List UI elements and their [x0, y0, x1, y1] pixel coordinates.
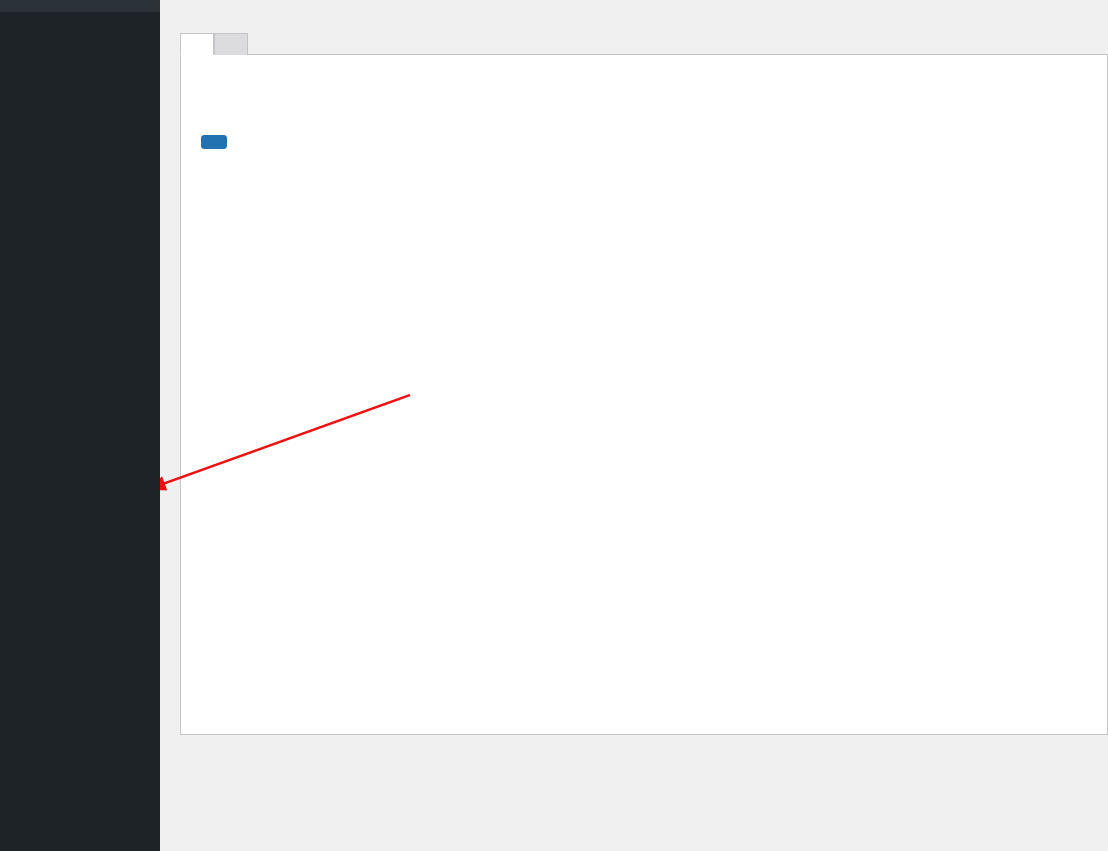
settings-tabs [180, 33, 1108, 55]
tab-content-settings[interactable] [180, 33, 214, 55]
admin-sidebar [0, 0, 160, 851]
main-content [160, 0, 1108, 851]
save-settings-button[interactable] [201, 135, 227, 149]
tab-styles-settings[interactable] [214, 33, 248, 55]
content-settings-panel [180, 55, 1108, 735]
wbg-books-submenu [0, 0, 160, 12]
page-title [180, 10, 1108, 33]
